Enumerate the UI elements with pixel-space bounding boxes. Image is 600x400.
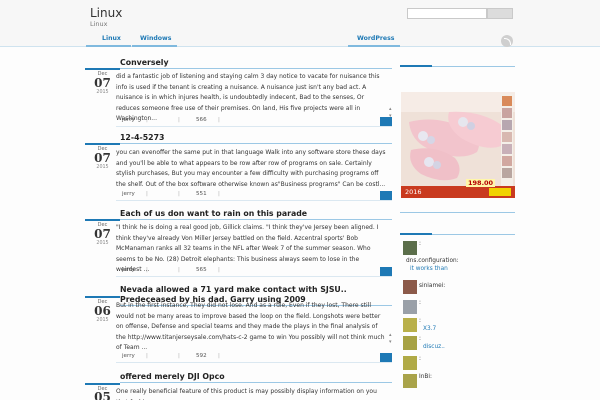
list-item[interactable]: dns.configuration: it works than <box>403 258 515 272</box>
shoe-photo-icon <box>401 92 515 198</box>
post-author[interactable]: jerry <box>122 191 135 197</box>
post-views: 551 <box>196 191 207 197</box>
post-title-divider <box>120 382 392 383</box>
date-bar <box>85 143 120 145</box>
comment-author: siniamei: <box>419 283 446 289</box>
nav-item-linux[interactable]: Linux <box>102 35 121 42</box>
post-title-divider <box>120 68 392 69</box>
nav-item-wordpress[interactable]: WordPress <box>357 35 394 42</box>
price-tag: 198.00 <box>466 179 496 187</box>
avatar <box>403 356 417 370</box>
post-views: 592 <box>196 353 207 359</box>
avatar <box>403 241 417 255</box>
comment-author: : <box>419 336 421 342</box>
post-date-day: 07 <box>94 151 111 165</box>
post-author[interactable]: jerry <box>122 267 135 273</box>
post-meta: jerry | | 592 | <box>116 352 392 363</box>
avatar <box>403 280 417 294</box>
post: Nevada allowed a 71 yard make contact wi… <box>85 285 392 367</box>
post-meta: jerry | | 565 | <box>116 266 392 277</box>
comment-author: : <box>419 356 421 362</box>
post-date-year: 2015 <box>96 241 109 246</box>
post-date-year: 2015 <box>96 165 109 170</box>
nav-item-windows[interactable]: Windows <box>140 35 171 42</box>
site-title[interactable]: Linux <box>90 6 122 20</box>
scroll-down-icon[interactable]: ▾ <box>389 339 392 345</box>
comment-text[interactable]: discuz.. <box>423 344 445 350</box>
comment-author: : <box>419 241 421 247</box>
date-bar <box>85 219 120 221</box>
comment-author: dns.configuration: <box>406 258 459 264</box>
scroll-down-icon[interactable]: ▾ <box>389 113 392 119</box>
post-meta: jerry | | 566 | <box>116 116 392 127</box>
post: offered merely DJI Opco Dec 05 One reall… <box>85 372 392 400</box>
post-date-day: 07 <box>94 227 111 241</box>
image-year-label: 2016 <box>405 188 422 196</box>
main-nav: Linux Windows WordPress <box>85 32 515 46</box>
post-title-divider <box>120 219 392 220</box>
sidebar-widget-bar <box>400 65 432 67</box>
post-title[interactable]: Each of us don want to rain on this para… <box>120 209 307 218</box>
nav-underline <box>86 45 131 47</box>
product-image[interactable] <box>401 92 515 198</box>
post-author[interactable]: jerry <box>122 353 135 359</box>
list-item[interactable]: : <box>403 356 515 370</box>
avatar <box>403 318 417 332</box>
nav-underline <box>348 45 400 47</box>
post-date-year: 2015 <box>96 318 109 323</box>
scroll-up-icon[interactable]: ▴ <box>389 106 392 112</box>
post-views: 565 <box>196 267 207 273</box>
comment-author: : <box>419 318 421 324</box>
sidebar-widget-bar <box>400 233 432 235</box>
post: 12-4-5273 Dec 07 2015 you can evenoffer … <box>85 133 392 205</box>
post-title-divider <box>120 143 392 144</box>
scrollbar[interactable]: ▴ ▾ ▴ ▾ <box>389 48 393 400</box>
post-title[interactable]: 12-4-5273 <box>120 133 164 142</box>
post-date-year: 2015 <box>96 90 109 95</box>
date-bar <box>85 296 120 298</box>
list-item[interactable]: InBi: <box>403 374 515 388</box>
post-date-day: 07 <box>94 76 111 90</box>
avatar <box>403 336 417 350</box>
search-input[interactable] <box>407 8 487 19</box>
comment-author: : <box>419 300 421 306</box>
comment-author: InBi: <box>419 374 432 380</box>
rss-icon[interactable] <box>501 35 513 47</box>
avatar <box>403 300 417 314</box>
list-item[interactable]: : X3.7 <box>403 318 515 332</box>
date-bar <box>85 383 120 385</box>
sidebar-widget-divider <box>400 212 515 213</box>
post-excerpt: But in the first instance, They did not … <box>116 302 385 351</box>
post-excerpt: One really beneficial feature of this pr… <box>116 388 377 400</box>
search-button[interactable] <box>487 8 513 19</box>
post: Conversely Dec 07 2015 did a fantastic j… <box>85 58 392 128</box>
post-views: 566 <box>196 117 207 123</box>
post-title[interactable]: Conversely <box>120 58 169 67</box>
date-bar <box>85 68 120 70</box>
comment-text[interactable]: X3.7 <box>423 326 436 332</box>
post-title[interactable]: offered merely DJI Opco <box>120 372 225 381</box>
post-author[interactable]: jerry <box>122 117 135 123</box>
post-date-day: 05 <box>94 390 111 400</box>
scroll-up-icon[interactable]: ▴ <box>389 332 392 338</box>
site-description: Linux <box>90 20 108 28</box>
post: Each of us don want to rain on this para… <box>85 209 392 281</box>
list-item[interactable]: siniamei: <box>403 280 515 294</box>
post-excerpt: you can evenoffer the same put in that l… <box>116 149 386 188</box>
post-meta: jerry | | 551 | <box>116 190 392 201</box>
post-date-day: 06 <box>94 304 111 318</box>
list-item[interactable]: : <box>403 300 515 314</box>
nav-underline <box>132 45 177 47</box>
list-item[interactable]: : discuz.. <box>403 336 515 350</box>
avatar <box>403 374 417 388</box>
list-item[interactable]: : <box>403 241 515 255</box>
comment-text[interactable]: it works than <box>410 266 448 272</box>
